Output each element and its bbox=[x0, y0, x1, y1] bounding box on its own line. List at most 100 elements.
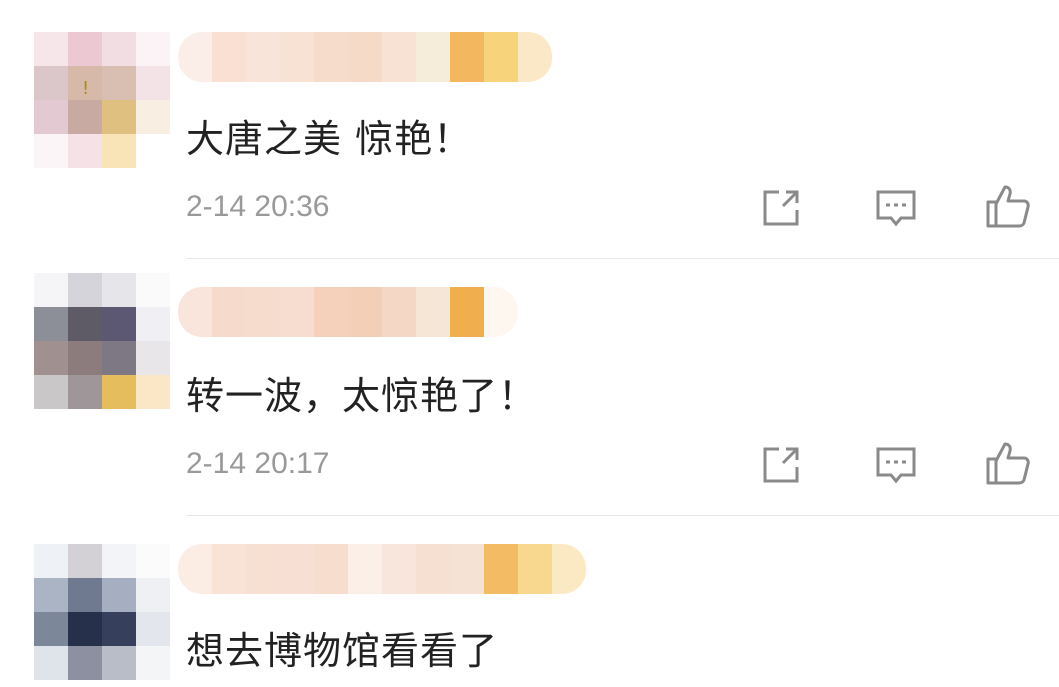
username-pixel bbox=[178, 544, 212, 594]
username-pixel bbox=[280, 287, 314, 337]
username-pixel bbox=[518, 32, 552, 82]
avatar-pixel bbox=[102, 66, 136, 100]
avatar-pixel bbox=[34, 612, 68, 646]
avatar-pixel bbox=[68, 341, 102, 375]
like-icon bbox=[986, 442, 1030, 485]
username-pixel bbox=[348, 544, 382, 594]
avatar-pixel bbox=[68, 646, 102, 680]
avatar-pixel bbox=[136, 544, 170, 578]
reply-button[interactable] bbox=[866, 435, 926, 495]
avatar-pixel bbox=[136, 66, 170, 100]
username-blurred[interactable] bbox=[178, 287, 518, 337]
username-pixel bbox=[416, 544, 450, 594]
username-pixel bbox=[348, 32, 382, 82]
like-button[interactable] bbox=[978, 433, 1038, 493]
avatar-pixel bbox=[34, 32, 68, 66]
username-pixel bbox=[314, 544, 348, 594]
avatar-pixel bbox=[136, 32, 170, 66]
username-pixel bbox=[518, 544, 552, 594]
avatar-pixel bbox=[102, 307, 136, 341]
avatar-pixel bbox=[136, 578, 170, 612]
avatar-mark: ! bbox=[82, 78, 90, 99]
avatar[interactable]: ! bbox=[34, 32, 170, 168]
share-icon bbox=[763, 447, 799, 483]
avatar-pixel bbox=[34, 307, 68, 341]
reply-button[interactable] bbox=[866, 178, 926, 238]
comment-time: 2-14 20:17 bbox=[186, 447, 330, 480]
username-blurred[interactable] bbox=[178, 544, 586, 594]
avatar-pixel bbox=[34, 66, 68, 100]
username-pixel bbox=[382, 544, 416, 594]
username-pixel bbox=[246, 544, 280, 594]
avatar-pixel bbox=[102, 32, 136, 66]
like-icon bbox=[986, 185, 1030, 228]
avatar-pixel bbox=[102, 341, 136, 375]
avatar-pixel bbox=[136, 375, 170, 409]
avatar-pixel bbox=[102, 100, 136, 134]
like-button[interactable] bbox=[978, 176, 1038, 236]
avatar-pixel bbox=[102, 578, 136, 612]
avatar-pixel bbox=[136, 612, 170, 646]
username-pixel bbox=[246, 287, 280, 337]
username-pixel bbox=[450, 544, 484, 594]
avatar-pixel bbox=[102, 646, 136, 680]
avatar-pixel bbox=[34, 646, 68, 680]
username-pixel bbox=[246, 32, 280, 82]
avatar-pixel bbox=[136, 646, 170, 680]
username-pixel bbox=[450, 32, 484, 82]
avatar[interactable] bbox=[34, 544, 170, 680]
avatar-pixel bbox=[34, 134, 68, 168]
comment-text: 大唐之美 惊艳！ bbox=[186, 117, 473, 161]
username-pixel bbox=[450, 287, 484, 337]
share-button[interactable] bbox=[751, 178, 811, 238]
username-pixel bbox=[212, 544, 246, 594]
username-pixel bbox=[382, 32, 416, 82]
username-pixel bbox=[178, 287, 212, 337]
avatar-pixel bbox=[136, 273, 170, 307]
avatar-pixel bbox=[34, 341, 68, 375]
share-icon bbox=[763, 190, 799, 226]
comment-item: 想去博物馆看看了 bbox=[0, 516, 1059, 687]
username-pixel bbox=[348, 287, 382, 337]
avatar-pixel bbox=[136, 307, 170, 341]
avatar-pixel bbox=[34, 100, 68, 134]
avatar-pixel bbox=[68, 578, 102, 612]
avatar[interactable] bbox=[34, 273, 170, 409]
username-pixel bbox=[484, 32, 518, 82]
comment-icon bbox=[876, 190, 916, 227]
avatar-pixel bbox=[102, 612, 136, 646]
username-pixel bbox=[314, 32, 348, 82]
comment-text: 想去博物馆看看了 bbox=[186, 629, 499, 673]
avatar-pixel bbox=[102, 544, 136, 578]
avatar-pixel bbox=[34, 578, 68, 612]
username-pixel bbox=[484, 287, 518, 337]
avatar-pixel bbox=[68, 375, 102, 409]
avatar-pixel bbox=[34, 375, 68, 409]
comment-icon bbox=[876, 447, 916, 484]
username-pixel bbox=[178, 32, 212, 82]
comment-time: 2-14 20:36 bbox=[186, 190, 330, 223]
username-pixel bbox=[552, 544, 586, 594]
avatar-pixel bbox=[136, 134, 170, 168]
username-pixel bbox=[416, 32, 450, 82]
avatar-pixel bbox=[34, 273, 68, 307]
username-pixel bbox=[484, 544, 518, 594]
comment-text: 转一波，太惊艳了！ bbox=[186, 374, 538, 418]
avatar-pixel bbox=[68, 544, 102, 578]
avatar-pixel bbox=[68, 273, 102, 307]
avatar-pixel bbox=[68, 612, 102, 646]
share-button[interactable] bbox=[751, 435, 811, 495]
username-blurred[interactable] bbox=[178, 32, 552, 82]
comment-item: 转一波，太惊艳了！ 2-14 20:17 bbox=[0, 259, 1059, 516]
avatar-pixel bbox=[136, 341, 170, 375]
comment-item: ! 大唐之美 惊艳！ 2-14 20:36 bbox=[0, 0, 1059, 259]
username-pixel bbox=[314, 287, 348, 337]
username-pixel bbox=[416, 287, 450, 337]
avatar-pixel bbox=[34, 544, 68, 578]
username-pixel bbox=[212, 32, 246, 82]
avatar-pixel bbox=[68, 32, 102, 66]
username-pixel bbox=[280, 544, 314, 594]
avatar-pixel bbox=[68, 307, 102, 341]
avatar-pixel bbox=[102, 273, 136, 307]
avatar-pixel bbox=[68, 134, 102, 168]
